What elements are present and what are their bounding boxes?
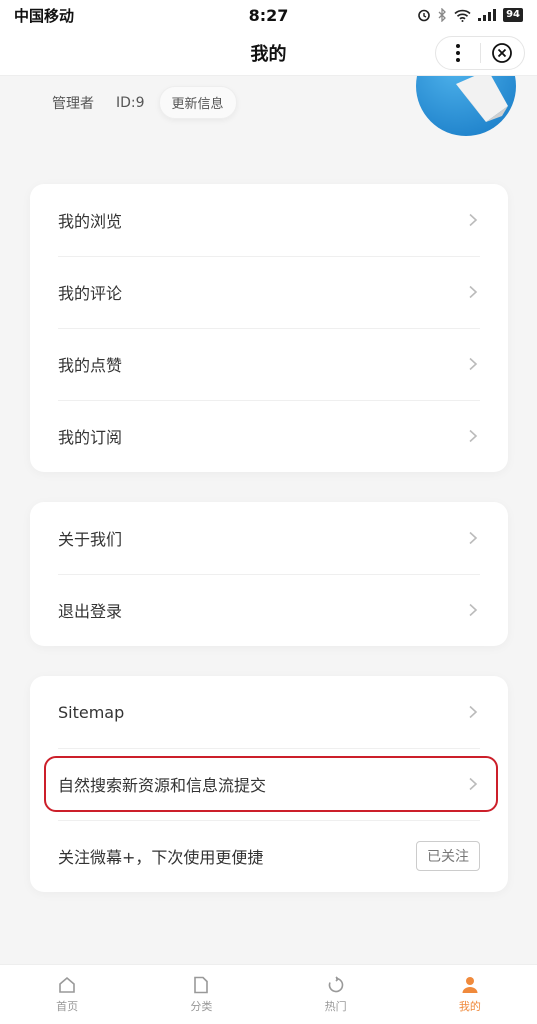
chevron-right-icon [469, 285, 478, 299]
menu-item-comments[interactable]: 我的评论 [30, 256, 508, 328]
bluetooth-icon [438, 8, 446, 22]
profile-section: 管理者 ID:9 更新信息 [0, 76, 537, 166]
carrier-label: 中国移动 [14, 6, 75, 25]
menu-item-submit-resources[interactable]: 自然搜索新资源和信息流提交 [30, 748, 508, 820]
mini-program-capsule [435, 36, 525, 70]
tab-home[interactable]: 首页 [0, 965, 134, 1024]
tab-mine[interactable]: 我的 [403, 965, 537, 1024]
page-title: 我的 [250, 43, 287, 65]
menu-card-more: Sitemap 自然搜索新资源和信息流提交 关注微幕+，下次使用更便捷 已关注 [30, 676, 508, 892]
menu-item-label: 我的评论 [58, 284, 123, 303]
user-icon [462, 976, 478, 993]
chevron-right-icon [469, 357, 478, 371]
battery-icon: 94 [503, 8, 523, 22]
status-bar: 中国移动 8:27 94 [0, 0, 537, 30]
user-role: 管理者 [52, 95, 94, 112]
tab-label: 首页 [56, 999, 79, 1013]
menu-card-account: 关于我们 退出登录 [30, 502, 508, 646]
status-icons: 94 [417, 8, 523, 22]
avatar[interactable] [416, 76, 516, 150]
menu-item-label: Sitemap [58, 702, 125, 722]
menu-item-subscriptions[interactable]: 我的订阅 [30, 400, 508, 472]
menu-item-sitemap[interactable]: Sitemap [30, 676, 508, 748]
menu-item-about[interactable]: 关于我们 [30, 502, 508, 574]
menu-item-label: 自然搜索新资源和信息流提交 [58, 776, 267, 795]
menu-item-logout[interactable]: 退出登录 [30, 574, 508, 646]
chevron-right-icon [469, 531, 478, 545]
hot-icon [328, 975, 343, 992]
update-info-button[interactable]: 更新信息 [158, 86, 237, 119]
tab-bar: 首页 分类 热门 我的 [0, 964, 537, 1024]
tab-label: 分类 [190, 999, 213, 1013]
profile-info: 管理者 ID:9 更新信息 [52, 86, 237, 119]
avatar-image [416, 76, 516, 136]
more-button[interactable] [436, 37, 480, 69]
chevron-right-icon [469, 777, 478, 791]
chevron-right-icon [469, 213, 478, 227]
chevron-right-icon [469, 429, 478, 443]
menu-item-likes[interactable]: 我的点赞 [30, 328, 508, 400]
menu-item-label: 关注微幕+，下次使用更便捷 [58, 848, 264, 867]
tab-label: 我的 [458, 999, 481, 1013]
tab-hot[interactable]: 热门 [269, 965, 403, 1024]
menu-item-label: 我的订阅 [58, 428, 123, 447]
signal-icon [478, 9, 497, 21]
menu-item-browse[interactable]: 我的浏览 [30, 184, 508, 256]
close-button[interactable] [481, 37, 525, 69]
menu-item-label: 我的浏览 [58, 212, 123, 231]
menu-item-label: 关于我们 [58, 530, 123, 549]
menu-item-label: 退出登录 [58, 602, 123, 621]
more-icon [455, 44, 460, 62]
home-icon [59, 976, 75, 993]
chevron-right-icon [469, 705, 478, 719]
category-icon [194, 976, 209, 993]
menu-item-follow: 关注微幕+，下次使用更便捷 已关注 [30, 820, 508, 892]
alarm-icon [418, 9, 430, 22]
menu-card-activity: 我的浏览 我的评论 我的点赞 我的订阅 [30, 184, 508, 472]
chevron-right-icon [469, 603, 478, 617]
followed-button[interactable]: 已关注 [416, 841, 480, 871]
nav-bar: 我的 [0, 30, 537, 76]
tab-label: 热门 [324, 999, 347, 1013]
tab-category[interactable]: 分类 [134, 965, 268, 1024]
close-icon [492, 43, 513, 63]
wifi-icon [454, 9, 471, 22]
menu-item-label: 我的点赞 [58, 356, 123, 375]
user-id: ID:9 [116, 94, 145, 111]
